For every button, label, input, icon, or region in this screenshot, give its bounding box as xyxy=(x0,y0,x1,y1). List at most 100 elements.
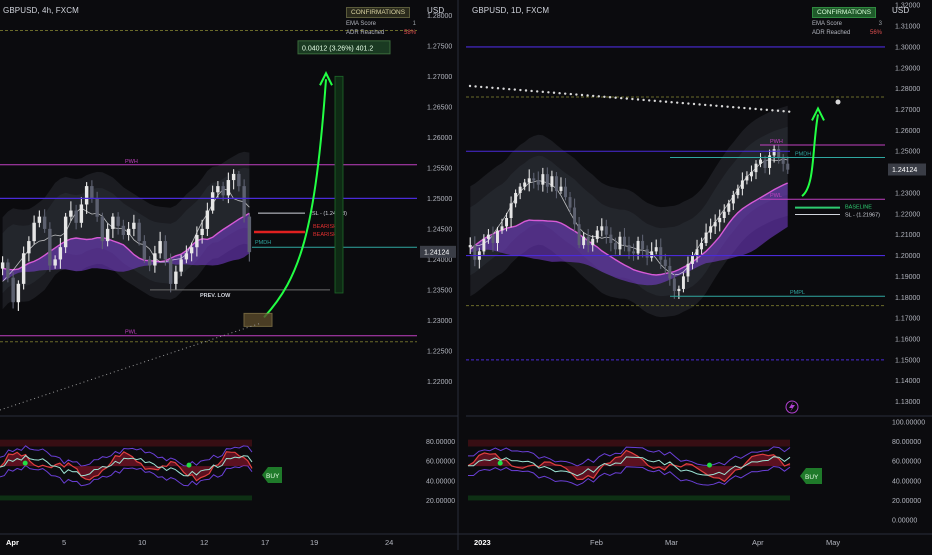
right-osc-oversold xyxy=(468,495,790,501)
right-conf-row-adr: ADR Reached 56% xyxy=(812,30,882,36)
right-price-tick: 1.27000 xyxy=(895,107,920,114)
left-pmdh-label: PMDH xyxy=(255,240,271,246)
right-candle-body xyxy=(505,217,509,227)
left-buy-label: BUY xyxy=(266,473,280,480)
left-candle-body xyxy=(32,222,36,242)
left-osc-tick: 80.00000 xyxy=(426,439,455,446)
left-candle-body xyxy=(69,210,73,217)
right-dotted-trend-dot xyxy=(541,90,544,94)
left-candle-body xyxy=(74,210,78,223)
left-candle-body xyxy=(63,216,68,248)
left-price-tick: 1.27000 xyxy=(427,74,452,81)
right-candle-body xyxy=(604,226,608,235)
right-dotted-trend-dot xyxy=(726,105,729,108)
right-candle-body xyxy=(786,163,790,170)
right-price-tick: 1.16000 xyxy=(895,336,920,343)
left-time-tick: 19 xyxy=(310,538,318,547)
right-dotted-trend-dot xyxy=(536,90,539,93)
right-dotted-trend-dot xyxy=(564,92,567,95)
right-candle-body xyxy=(527,178,531,183)
left-candle-body xyxy=(53,259,57,266)
left-price-tick: 1.26500 xyxy=(427,104,452,111)
left-candle-body xyxy=(237,173,241,187)
right-dotted-trend-dot xyxy=(513,88,516,91)
right-price-tick: 1.22000 xyxy=(895,211,920,218)
right-candle-body xyxy=(623,236,626,246)
right-price-tick: 1.19000 xyxy=(895,274,920,281)
left-osc-cross-dot xyxy=(186,462,192,468)
left-candle-body xyxy=(42,216,47,229)
left-candle-body xyxy=(48,228,52,266)
right-dotted-trend-dot xyxy=(754,107,757,111)
right-candle-body xyxy=(672,278,676,292)
left-price-tick: 1.25000 xyxy=(427,196,452,203)
left-price-tick: 1.24000 xyxy=(427,257,452,264)
left-candle-body xyxy=(90,186,94,199)
right-symbol-title[interactable]: GBPUSD, 1D, FXCM xyxy=(472,6,549,15)
right-osc-tick: 80.00000 xyxy=(892,439,921,446)
left-candle-body xyxy=(163,241,168,260)
chart-stage: 1.28000 1.27500 1.27000 1.26500 1.26000 1.255… xyxy=(0,0,932,550)
left-price-tick: 1.22500 xyxy=(427,348,452,355)
left-candle-body xyxy=(0,262,5,269)
right-candle-body xyxy=(691,255,694,264)
left-candle-body xyxy=(37,216,42,223)
right-candle-body xyxy=(550,176,554,187)
right-price-tick: 1.18000 xyxy=(895,295,920,302)
right-price-tick: 1.30000 xyxy=(895,44,920,51)
left-candle-body xyxy=(153,253,157,266)
left-candle-body xyxy=(189,247,194,254)
left-candle-body xyxy=(58,247,63,260)
right-candle-body xyxy=(677,288,681,292)
right-dotted-trend-dot xyxy=(748,107,752,110)
left-candle-body xyxy=(95,198,99,217)
right-osc-tick: 60.00000 xyxy=(892,459,921,466)
right-candle-body xyxy=(704,232,708,244)
left-candle-body xyxy=(6,262,10,278)
right-price-tick: 1.20000 xyxy=(895,253,920,260)
right-dotted-trend-dot xyxy=(608,96,612,99)
right-price-tick: 1.31000 xyxy=(895,24,920,31)
right-price-tick: 1.26000 xyxy=(895,128,920,135)
right-osc-tick: 0.00000 xyxy=(892,518,917,525)
right-dotted-trend-dot xyxy=(709,104,712,107)
right-candle-body xyxy=(718,217,722,223)
left-candle-body xyxy=(105,228,110,242)
left-price-tick: 1.24500 xyxy=(427,226,452,233)
right-price-tick: 1.13000 xyxy=(895,399,920,406)
right-dotted-trend-dot xyxy=(597,95,600,98)
left-candle-body xyxy=(242,186,246,217)
right-dotted-trend-dot xyxy=(580,93,584,97)
left-symbol-title[interactable]: GBPUSD, 4h, FXCM xyxy=(3,6,79,15)
left-candle-body xyxy=(221,186,225,196)
right-pmdh-label: PMDH xyxy=(795,151,811,157)
right-osc-tick: 100.00000 xyxy=(892,420,925,427)
right-candle-body xyxy=(668,265,672,279)
right-dotted-trend-dot xyxy=(771,109,774,112)
conf-value: 58% xyxy=(403,30,416,36)
right-price-tick: 1.29000 xyxy=(895,65,920,72)
right-dotted-trend-dot xyxy=(558,92,561,95)
right-dotted-trend-dot xyxy=(659,100,662,103)
conf-label: EMA Score xyxy=(346,21,377,27)
left-measure-column xyxy=(334,75,344,294)
right-dotted-trend-dot xyxy=(491,86,494,90)
right-dotted-trend-dot xyxy=(670,101,673,104)
left-candle-body xyxy=(168,259,173,284)
left-last-price-label: 1.24124 xyxy=(424,249,449,256)
right-osc-tick: 40.00000 xyxy=(892,478,921,485)
right-dotted-trend-dot xyxy=(760,108,763,111)
right-dotted-trend-dot xyxy=(681,101,684,105)
right-osc-overbought xyxy=(468,439,790,447)
left-price-tick: 1.23500 xyxy=(427,287,452,294)
left-candle-body xyxy=(216,186,220,193)
left-time-tick: 17 xyxy=(261,538,269,547)
right-candle-body xyxy=(577,224,581,246)
right-dotted-trend-dot xyxy=(692,102,696,106)
left-time-tick: 24 xyxy=(385,538,393,547)
right-candle-body xyxy=(600,226,604,231)
left-confirmations-table: CONFIRMATIONS EMA Score 1 ADR Reached 58… xyxy=(346,7,416,36)
left-candle-body xyxy=(79,204,84,223)
right-candle-body xyxy=(754,163,758,173)
right-candle-body xyxy=(500,226,504,231)
